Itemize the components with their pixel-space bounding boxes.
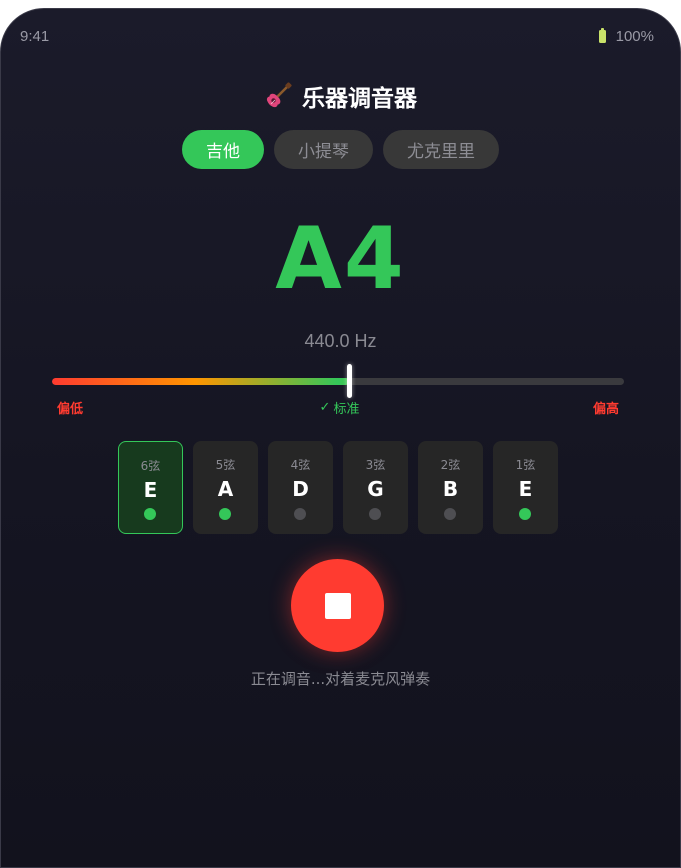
string-note: A [217, 477, 234, 501]
stop-button[interactable] [291, 559, 384, 652]
battery-icon [598, 28, 606, 43]
battery-level: 100% [615, 28, 654, 45]
tab-violin[interactable]: 小提琴 [274, 130, 373, 169]
string-number: 5弦 [215, 458, 236, 472]
string-note: E [518, 477, 533, 501]
status-bar: 9:41 100% [1, 9, 680, 63]
string-note: E [143, 478, 158, 502]
tab-ukulele[interactable]: 尤克里里 [383, 130, 499, 169]
string-note: D [292, 477, 309, 501]
check-icon: ✓ [319, 400, 331, 415]
string-card-1[interactable]: 1弦 E [493, 441, 558, 534]
string-status-dot [294, 508, 306, 520]
stop-icon [324, 592, 351, 619]
meter-fill [52, 378, 350, 385]
string-card-2[interactable]: 2弦 B [418, 441, 483, 534]
status-right: 100% [598, 28, 654, 45]
string-card-4[interactable]: 4弦 D [268, 441, 333, 534]
tuning-status-text: 正在调音...对着麦克风弹奏 [250, 670, 431, 688]
string-number: 4弦 [290, 458, 311, 472]
string-number: 3弦 [365, 458, 386, 472]
string-status-dot [219, 508, 231, 520]
header: 乐器调音器 [1, 79, 680, 113]
tab-guitar[interactable]: 吉他 [182, 130, 264, 169]
in-tune-text: 标准 [333, 402, 360, 417]
string-note: B [442, 477, 459, 501]
frequency-readout: 440.0 Hz [304, 331, 377, 351]
meter-high-label: 偏高 [592, 402, 619, 417]
guitar-icon [266, 82, 292, 108]
string-status-dot [369, 508, 381, 520]
string-number: 1弦 [515, 458, 536, 472]
page-title: 乐器调音器 [302, 86, 417, 112]
phone-frame: 9:41 100% 乐器调音器 吉他 小提琴 尤克里里 A4 440.0 Hz … [0, 8, 681, 868]
string-card-6[interactable]: 6弦 E [118, 441, 183, 534]
string-card-3[interactable]: 3弦 G [343, 441, 408, 534]
meter-in-tune-label: ✓ 标准 [1, 398, 680, 417]
string-status-dot [144, 508, 156, 520]
detected-note: A4 [275, 209, 406, 309]
meter-needle [346, 364, 352, 398]
string-card-5[interactable]: 5弦 A [193, 441, 258, 534]
tuning-meter [52, 378, 624, 385]
string-status-dot [444, 508, 456, 520]
string-list: 6弦 E 5弦 A 4弦 D 3弦 G 2弦 B 1弦 E [118, 441, 558, 534]
instrument-tabs: 吉他 小提琴 尤克里里 [1, 130, 680, 169]
status-time: 9:41 [20, 28, 50, 45]
string-status-dot [519, 508, 531, 520]
string-note: G [367, 477, 384, 501]
string-number: 6弦 [140, 459, 161, 473]
string-number: 2弦 [440, 458, 461, 472]
